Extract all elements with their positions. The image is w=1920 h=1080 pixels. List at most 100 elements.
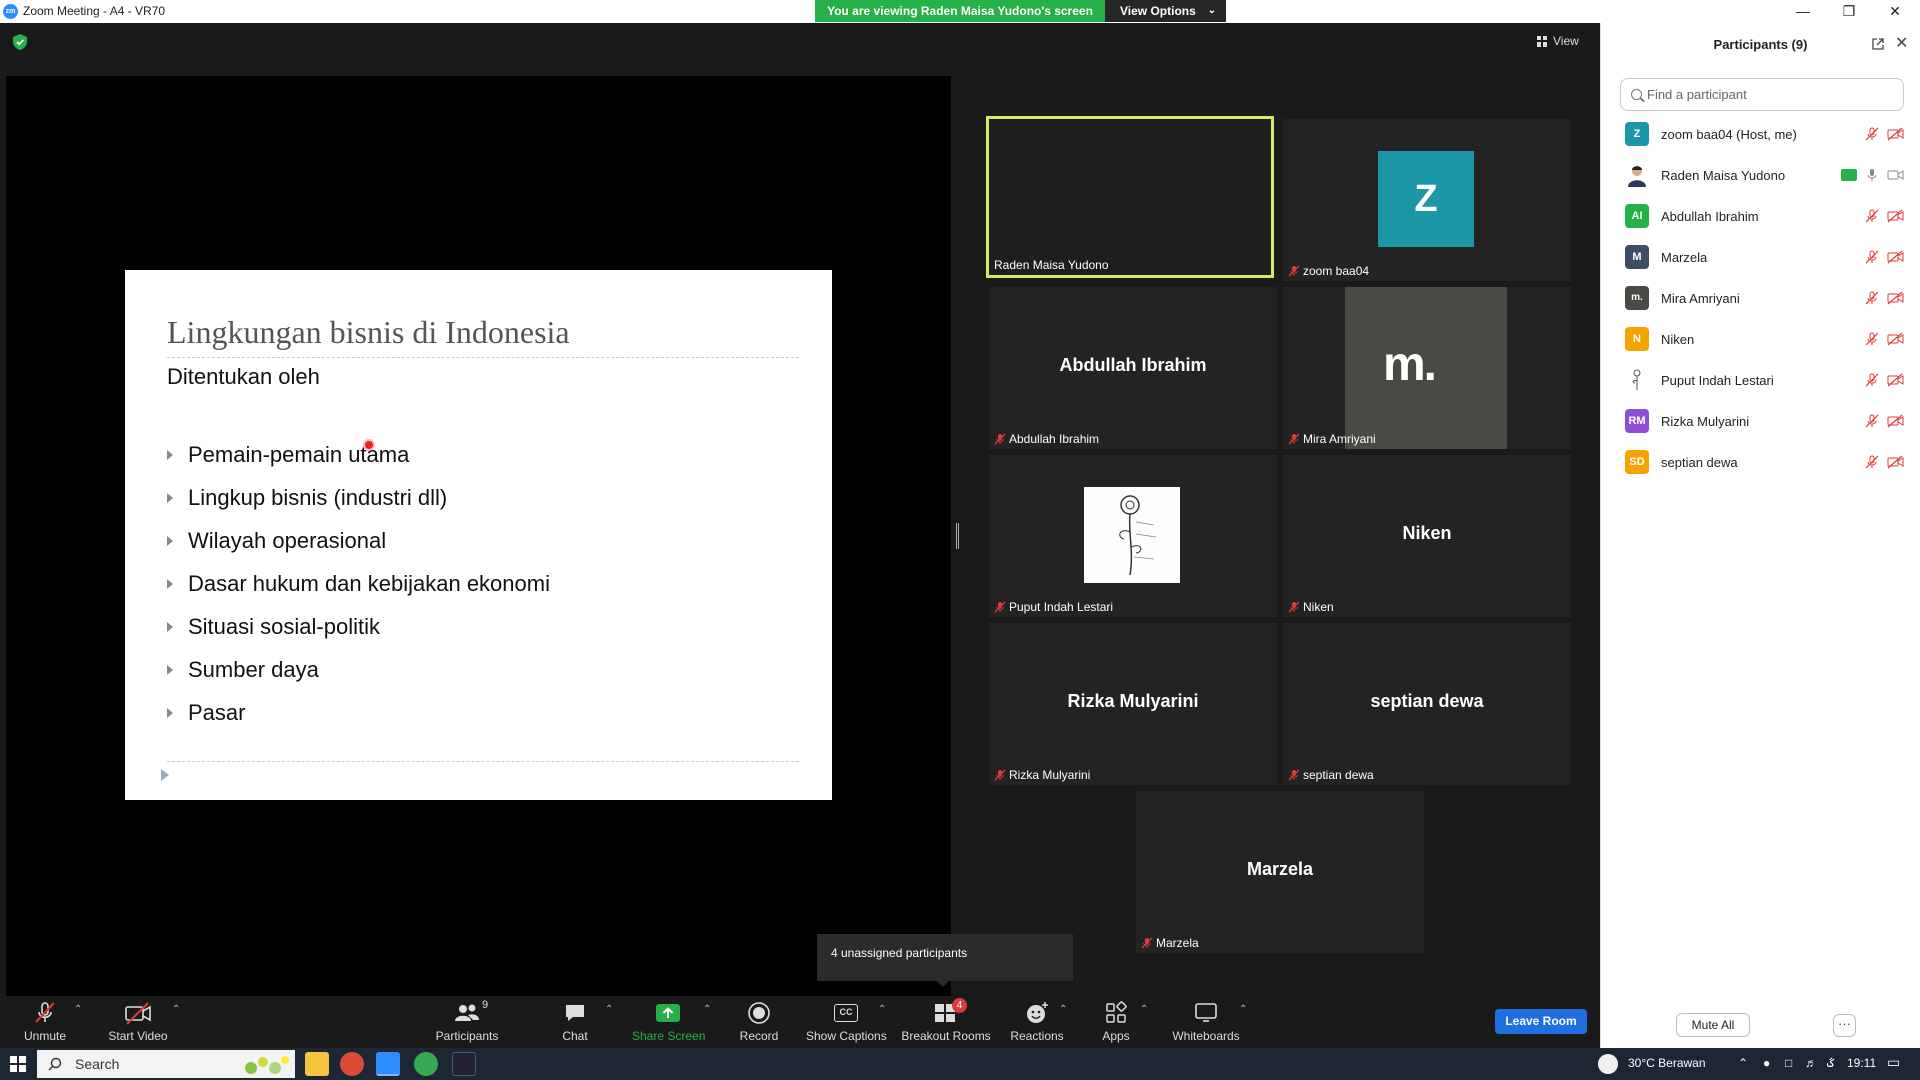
mute-all-button[interactable]: Mute All [1676,1013,1750,1037]
video-tile[interactable]: Abdullah Ibrahim Abdullah Ibrahim [989,287,1277,449]
close-window-button[interactable]: ✕ [1872,0,1918,23]
find-participant-input[interactable]: Find a participant [1620,78,1904,111]
microphone-tray-icon[interactable]: ● [1763,1056,1770,1070]
participant-name: Niken [1661,332,1695,347]
video-tile[interactable]: Raden Maisa Yudono [986,116,1274,278]
notifications-icon[interactable]: ▭ [1887,1054,1900,1071]
show-hidden-icons-icon[interactable]: ⌃ [1738,1056,1748,1070]
slide-bullet: Lingkup bisnis (industri dll) [167,483,550,526]
share-screen-button[interactable]: Share Screen [632,1000,705,1043]
mic-on-icon[interactable] [1865,168,1879,182]
participant-row[interactable]: Z zoom baa04 (Host, me) [1601,114,1920,155]
close-panel-icon[interactable]: ✕ [1895,33,1908,53]
mic-muted-icon[interactable] [1865,250,1879,264]
mic-muted-icon[interactable] [1865,209,1879,223]
participant-row[interactable]: N Niken [1601,319,1920,360]
breakout-rooms-button[interactable]: 4 Breakout Rooms [900,998,992,1043]
video-tile[interactable]: septian dewa septian dewa [1283,623,1571,785]
video-options-chevron-icon[interactable]: ⌃ [172,1004,180,1015]
chat-button[interactable]: Chat [560,1000,590,1043]
mic-muted-icon[interactable] [1865,291,1879,305]
avatar: N [1625,327,1649,351]
participants-button[interactable]: 9 Participants [432,999,502,1043]
mic-muted-icon[interactable] [1865,414,1879,428]
start-video-button[interactable]: Start Video [107,1000,169,1043]
whiteboards-options-chevron-icon[interactable]: ⌃ [1239,1004,1247,1015]
minimize-button[interactable]: — [1780,0,1826,23]
windows-start-icon[interactable] [10,1056,26,1072]
tile-name-label: Mira Amriyani [1288,432,1376,446]
show-captions-button[interactable]: CC Show Captions [806,1000,887,1043]
mic-muted-icon [1141,937,1153,949]
chevron-down-icon: ⌄ [1207,5,1216,16]
apps-options-chevron-icon[interactable]: ⌃ [1140,1004,1148,1015]
view-layout-button[interactable]: View [1537,34,1579,48]
participant-row[interactable]: Puput Indah Lestari [1601,360,1920,401]
record-button[interactable]: Record [739,1000,779,1043]
mic-muted-icon[interactable] [1865,455,1879,469]
reactions-options-chevron-icon[interactable]: ⌃ [1059,1004,1067,1015]
tile-name-label: septian dewa [1288,768,1374,782]
whiteboard-icon [1195,1003,1217,1022]
weather-text[interactable]: 30°C Berawan [1628,1056,1706,1070]
participant-row[interactable]: m. Mira Amriyani [1601,278,1920,319]
reactions-button[interactable]: Reactions [1009,1000,1065,1043]
encryption-shield-icon[interactable] [13,34,27,50]
captions-options-chevron-icon[interactable]: ⌃ [878,1004,886,1015]
participants-panel: Participants (9) ✕ Find a participant Z … [1600,23,1920,1048]
participant-row[interactable]: Raden Maisa Yudono [1601,155,1920,196]
mic-muted-icon[interactable] [1865,373,1879,387]
audio-options-chevron-icon[interactable]: ⌃ [74,1004,82,1015]
video-off-icon[interactable] [1887,455,1904,469]
mic-muted-icon[interactable] [1865,332,1879,346]
video-off-icon[interactable] [1887,291,1904,305]
slide-footer-arrow-icon [161,769,169,781]
volume-icon[interactable]: ♬ [1805,1056,1817,1070]
leave-room-button[interactable]: Leave Room [1495,1009,1587,1034]
camera-app-icon[interactable] [452,1052,476,1076]
participant-row[interactable]: RM Rizka Mulyarini [1601,401,1920,442]
participant-row[interactable]: SD septian dewa [1601,442,1920,483]
view-options-button[interactable]: View Options ⌄ [1105,0,1226,22]
mic-muted-icon[interactable] [1865,127,1879,141]
flower-drawing-icon [1119,495,1157,576]
video-tile[interactable]: Rizka Mulyarini Rizka Mulyarini [989,623,1277,785]
popout-icon[interactable] [1871,37,1885,51]
chrome-profile-icon[interactable] [414,1052,438,1076]
whiteboards-button[interactable]: Whiteboards [1170,1000,1242,1043]
more-options-button[interactable]: ··· [1833,1014,1856,1037]
video-off-icon[interactable] [1887,250,1904,264]
chat-options-chevron-icon[interactable]: ⌃ [605,1004,613,1015]
input-method-label[interactable]: ػ [1827,1056,1834,1070]
avatar: Z [1378,151,1474,247]
chrome-icon[interactable] [340,1052,364,1076]
video-tile[interactable]: m. Mira Amriyani [1283,287,1571,449]
network-icon[interactable]: □ [1785,1056,1792,1070]
file-explorer-icon[interactable] [305,1052,329,1076]
video-off-icon[interactable] [1887,373,1904,387]
avatar: AI [1625,204,1649,228]
unassigned-participants-tooltip: 4 unassigned participants [817,934,1073,987]
share-options-chevron-icon[interactable]: ⌃ [703,1004,711,1015]
video-off-icon[interactable] [1887,414,1904,428]
video-tile[interactable]: Niken Niken [1283,455,1571,617]
video-tile[interactable]: Z zoom baa04 [1283,119,1571,281]
video-off-icon[interactable] [1887,127,1904,141]
restore-button[interactable]: ❐ [1826,0,1872,23]
participant-list: Z zoom baa04 (Host, me) Raden Maisa Yudo… [1601,114,1920,483]
clock[interactable]: 19:11 [1847,1056,1876,1070]
split-view-handle[interactable] [956,523,959,549]
participant-row[interactable]: M Marzela [1601,237,1920,278]
video-off-icon[interactable] [1887,209,1904,223]
unmute-button[interactable]: Unmute [20,1000,70,1043]
chat-icon [566,1005,584,1021]
zoom-app-icon[interactable] [376,1052,400,1076]
participant-row[interactable]: AI Abdullah Ibrahim [1601,196,1920,237]
video-tile[interactable]: Marzela Marzela [1136,791,1424,953]
taskbar-search-box[interactable]: Search [37,1050,295,1078]
video-tile[interactable]: Puput Indah Lestari [989,455,1277,617]
video-off-icon[interactable] [1887,332,1904,346]
tile-display-name: septian dewa [1370,691,1484,711]
video-on-icon[interactable] [1887,168,1904,182]
apps-button[interactable]: Apps [1100,1000,1132,1043]
